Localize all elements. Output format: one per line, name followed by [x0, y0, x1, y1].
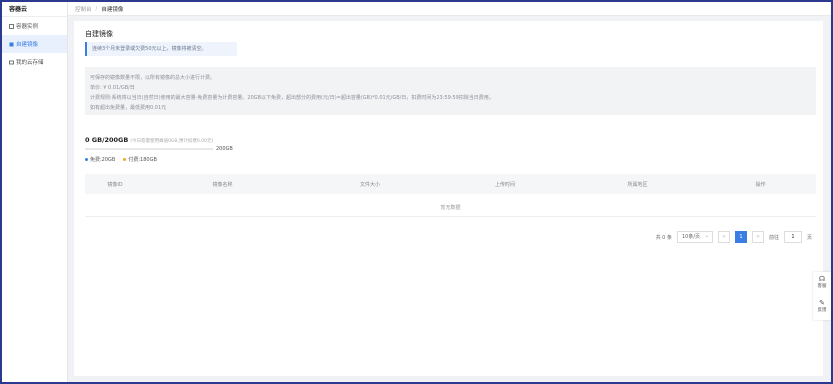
legend-dot-paid [123, 158, 127, 161]
column-header: 所属地区 [627, 181, 648, 188]
sidebar-item-images[interactable]: 自建镜像 [2, 35, 67, 53]
legend-paid-label: 付费:180GB [128, 157, 157, 163]
info-line: 如有超出免费量，最低费用0.01元 [90, 105, 167, 111]
next-page-button[interactable]: > [751, 231, 764, 243]
column-header: 文件大小 [359, 181, 380, 188]
main-panel: 自建镜像 连续3个月未登录或欠费50元以上，镜像将被清空。 可保存的镜像数量不限… [74, 21, 823, 376]
legend-dot-free [85, 158, 88, 161]
table-header: 镜像ID 镜像名称 文件大小 上传时间 所属地区 操作 [85, 174, 816, 194]
breadcrumb-home[interactable]: 控制台 [75, 5, 92, 13]
breadcrumb: 控制台 / 自建镜像 [68, 2, 831, 16]
usage-title: 0 GB/200GB (今日容量使用峰值0GB,预计扣费0.00元) [85, 136, 213, 144]
service-label: 客服 [817, 284, 827, 289]
info-line: 可保存的镜像数量不限，以所有镜像的总大小进行计费。 [90, 75, 216, 81]
info-line: 单价: ¥ 0.01/GB/日 [90, 85, 135, 91]
column-header: 上传时间 [494, 181, 515, 188]
customer-service-button[interactable]: ☊ 客服 [813, 272, 831, 296]
notice-banner: 连续3个月未登录或欠费50元以上，镜像将被清空。 [85, 42, 237, 56]
sidebar-item-label: 自建镜像 [16, 42, 39, 48]
prev-page-button[interactable]: < [717, 231, 730, 243]
usage-subtitle: (今日容量使用峰值0GB,预计扣费0.00元) [130, 139, 214, 144]
info-line: 计费规则:系统将以当日(自然日)使用的最大容量-免费容量为计费容量。20GB以下… [90, 95, 494, 101]
breadcrumb-current: 自建镜像 [101, 6, 124, 13]
page-title: 自建镜像 [85, 30, 113, 38]
column-header: 操作 [755, 181, 766, 188]
usage-total: 0 GB/200GB [85, 136, 129, 144]
feedback-button[interactable]: ✎ 反馈 [813, 296, 831, 320]
pagination: 共 0 条 10条/页 < 1 > 前往 1 页 [651, 231, 812, 243]
page-number-current[interactable]: 1 [734, 231, 747, 243]
usage-legend: 免费:20GB 付费:180GB [85, 156, 165, 163]
pagination-total: 共 0 条 [655, 234, 672, 241]
storage-icon [9, 60, 14, 65]
legend-free: 免费:20GB [85, 156, 115, 163]
sidebar: 容器云 容器实例 自建镜像 我的云存储 [2, 2, 68, 382]
usage-progress-bar [85, 148, 213, 150]
column-header: 镜像ID [107, 181, 123, 188]
sidebar-item-label: 容器实例 [16, 24, 39, 30]
sidebar-item-label: 我的云存储 [16, 60, 44, 66]
legend-paid: 付费:180GB [123, 156, 157, 163]
floating-help-panel: ☊ 客服 ✎ 反馈 [813, 272, 831, 320]
sidebar-item-instances[interactable]: 容器实例 [2, 17, 67, 35]
app-logo: 容器云 [2, 2, 67, 17]
feedback-label: 反馈 [817, 308, 827, 313]
headset-icon: ☊ [818, 275, 826, 283]
image-icon [9, 42, 14, 47]
sidebar-item-storage[interactable]: 我的云存储 [2, 53, 67, 71]
edit-icon: ✎ [819, 299, 825, 307]
legend-free-label: 免费:20GB [90, 157, 116, 163]
page-size-select[interactable]: 10条/页 [676, 231, 713, 243]
table-empty-state: 暂无数据 [85, 199, 816, 217]
billing-info: 可保存的镜像数量不限，以所有镜像的总大小进行计费。 单价: ¥ 0.01/GB/… [85, 67, 816, 115]
column-header: 镜像名称 [212, 181, 233, 188]
page-unit-label: 页 [806, 234, 812, 241]
usage-max-label: 200GB [216, 146, 233, 152]
container-icon [9, 23, 14, 29]
goto-page-input[interactable]: 1 [783, 231, 802, 243]
goto-label: 前往 [768, 234, 779, 241]
breadcrumb-separator: / [95, 5, 98, 12]
